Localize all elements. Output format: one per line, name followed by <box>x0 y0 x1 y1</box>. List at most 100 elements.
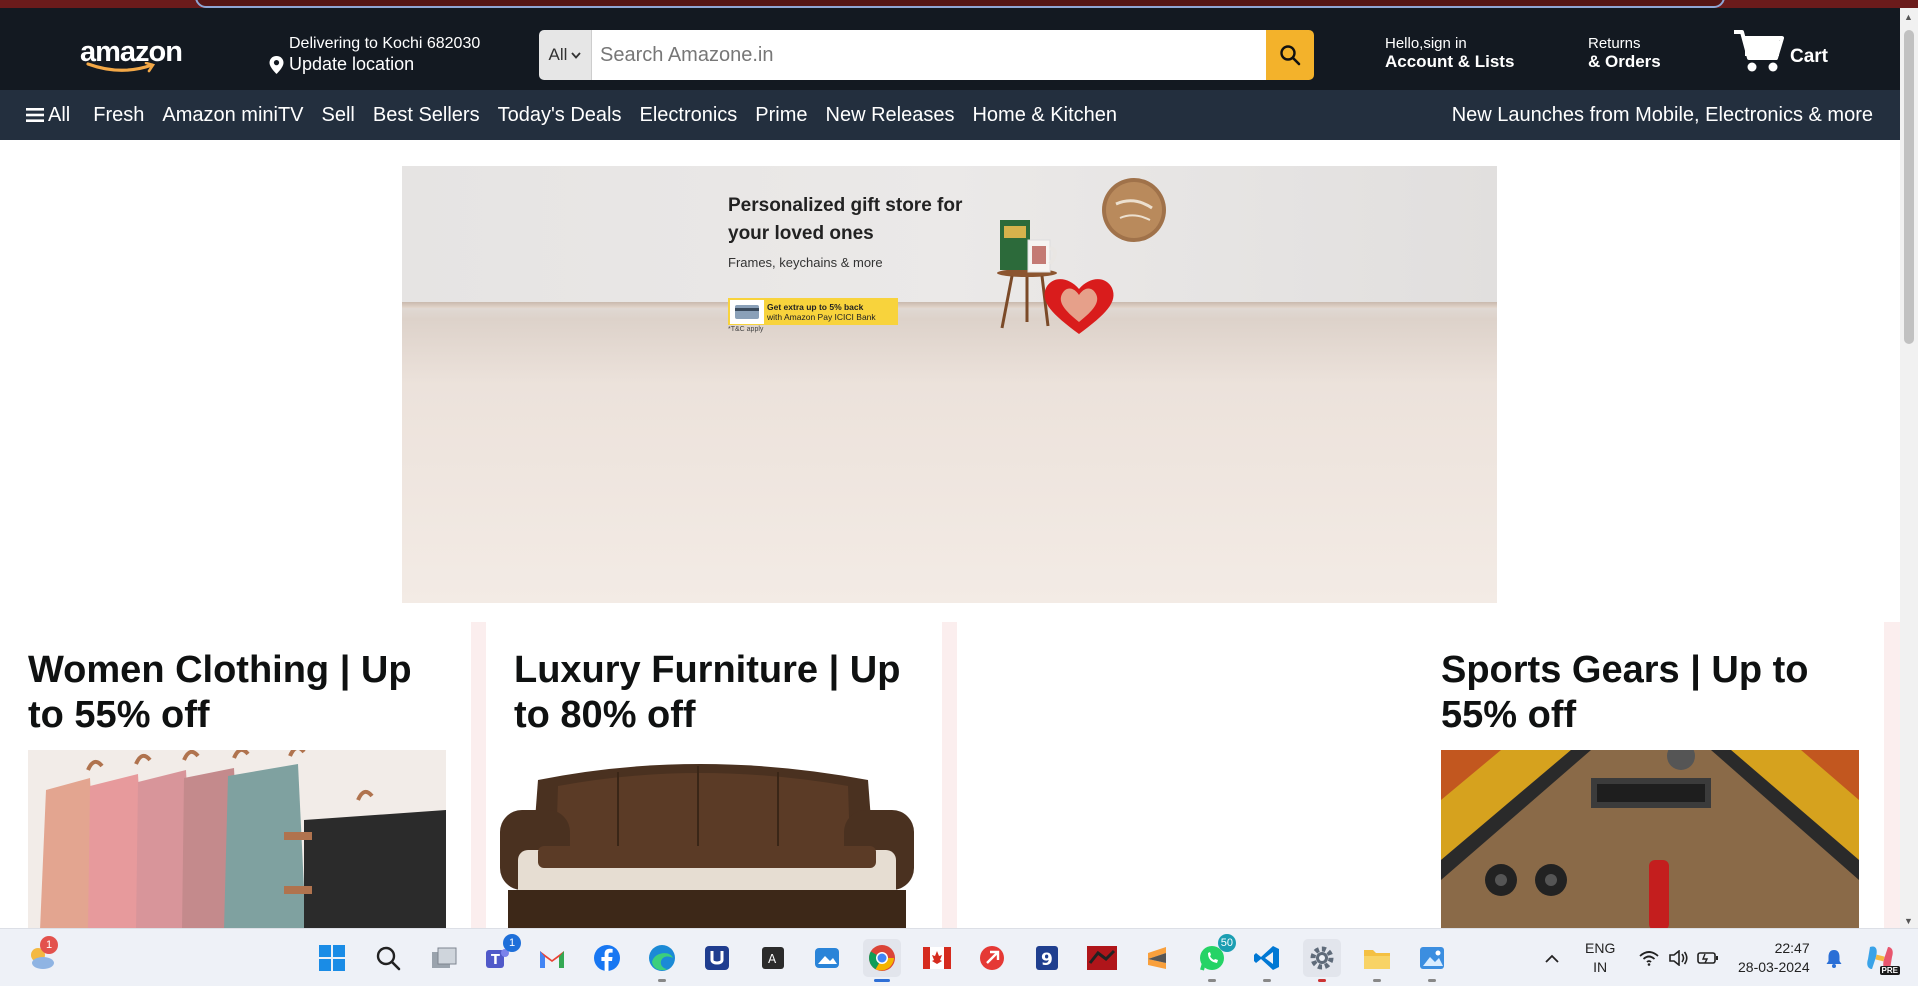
copilot-pre-badge: PRE <box>1879 966 1900 975</box>
nav-item-home-kitchen[interactable]: Home & Kitchen <box>972 104 1117 127</box>
red-app-icon[interactable] <box>973 939 1011 977</box>
credit-card-icon <box>730 299 764 324</box>
nav-item-best-sellers[interactable]: Best Sellers <box>373 104 480 127</box>
cart-icon <box>1734 30 1784 72</box>
search-input[interactable] <box>592 30 1266 80</box>
file-explorer-icon[interactable] <box>1358 939 1396 982</box>
address-bar-edge[interactable] <box>195 0 1725 8</box>
svg-text:T: T <box>491 953 500 968</box>
number-nine-app-icon[interactable]: 9 <box>1028 939 1066 977</box>
volume-icon[interactable] <box>1664 939 1694 977</box>
canada-flag-app-icon[interactable] <box>918 939 956 977</box>
nav-item-minitv[interactable]: Amazon miniTV <box>162 104 303 127</box>
search-category-select[interactable]: All <box>539 30 592 80</box>
svg-text:9: 9 <box>1041 950 1053 970</box>
search-icon <box>1280 45 1301 66</box>
card-women-clothing[interactable]: Women Clothing | Up to 55% off <box>0 622 471 930</box>
hero-subtitle: Frames, keychains & more <box>728 255 883 270</box>
wifi-icon[interactable] <box>1634 939 1664 977</box>
scroll-up-arrow-icon[interactable]: ▲ <box>1904 12 1913 22</box>
chevron-down-icon <box>571 51 582 59</box>
windows-taskbar: 1 T 1 A 9 50 ENG IN 22:47 28-03-2024 PRE <box>0 928 1918 986</box>
dictionary-app-icon[interactable] <box>698 939 736 977</box>
teams-icon[interactable]: T 1 <box>478 934 521 977</box>
input-language-indicator[interactable]: ENG IN <box>1585 939 1615 977</box>
search-category-value: All <box>548 45 568 64</box>
card-title: Luxury Furniture | Up to 80% off <box>514 649 901 736</box>
facebook-icon[interactable] <box>588 939 626 977</box>
search-icon[interactable] <box>369 939 407 977</box>
nav-item-sell[interactable]: Sell <box>322 104 355 127</box>
search-button[interactable] <box>1266 30 1314 80</box>
font-app-icon[interactable]: A <box>754 939 792 977</box>
offer-line-1: Get extra up to 5% back <box>767 301 864 312</box>
settings-gear-icon[interactable] <box>1303 939 1341 982</box>
returns-orders-link[interactable]: Returns & Orders <box>1588 35 1661 72</box>
nav-item-todays-deals[interactable]: Today's Deals <box>498 104 622 127</box>
cart-label: Cart <box>1790 46 1829 67</box>
offer-line-2: with Amazon Pay ICICI Bank <box>767 311 876 322</box>
task-view-icon[interactable] <box>425 939 463 977</box>
clock-time: 22:47 <box>1774 940 1810 956</box>
update-location-label: Update location <box>289 54 415 74</box>
page-scrollbar[interactable]: ▲ ▼ <box>1900 8 1918 928</box>
whatsapp-icon[interactable]: 50 <box>1193 934 1236 982</box>
nav-item-new-releases[interactable]: New Releases <box>826 104 955 127</box>
scroll-down-arrow-icon[interactable]: ▼ <box>1904 916 1913 926</box>
chrome-browser-icon[interactable] <box>863 939 901 982</box>
running-indicator <box>1318 979 1326 982</box>
search-bar: All <box>539 30 1314 80</box>
nav-item-prime[interactable]: Prime <box>755 104 807 127</box>
card-image-clothing[interactable] <box>28 750 446 930</box>
copilot-icon[interactable]: PRE <box>1860 939 1900 977</box>
scrollbar-thumb[interactable] <box>1904 30 1914 344</box>
hero-banner[interactable]: Personalized gift store for your loved o… <box>402 166 1497 603</box>
gift-products-illustration <box>997 178 1166 334</box>
card-sports-gears[interactable]: Sports Gears | Up to 55% off <box>1413 622 1884 930</box>
delivery-location[interactable]: Delivering to Kochi 682030 Update locati… <box>268 35 480 75</box>
returns-label: Returns <box>1588 35 1641 52</box>
sign-in-greeting: Hello,sign in <box>1385 35 1467 52</box>
browser-chrome-strip <box>0 0 1918 8</box>
active-indicator <box>874 979 890 982</box>
card-title: Women Clothing | Up to 55% off <box>28 649 412 736</box>
start-menu-icon[interactable] <box>313 939 351 977</box>
hamburger-menu-icon <box>26 108 44 122</box>
hero-floor-line <box>402 302 1497 308</box>
running-indicator <box>1208 979 1216 982</box>
cart-button[interactable]: Cart <box>1732 28 1828 74</box>
account-lists-label: Account & Lists <box>1385 52 1515 71</box>
nav-promo-link[interactable]: New Launches from Mobile, Electronics & … <box>1452 104 1873 127</box>
orders-label: & Orders <box>1588 52 1661 71</box>
game-app-icon[interactable] <box>1083 939 1121 977</box>
photos-app-icon[interactable] <box>808 939 846 977</box>
nav-item-fresh[interactable]: Fresh <box>93 104 144 127</box>
running-indicator <box>1428 979 1436 982</box>
card-title: Sports Gears | Up to 55% off <box>1441 649 1809 736</box>
nav-item-electronics[interactable]: Electronics <box>639 104 737 127</box>
chevron-up-icon[interactable] <box>1534 939 1570 977</box>
card-empty-placeholder <box>957 622 1413 930</box>
deliver-to-label: Delivering to Kochi 682030 <box>289 35 481 52</box>
all-menu-button[interactable]: All <box>26 104 70 127</box>
running-indicator <box>658 979 666 982</box>
running-indicator <box>1263 979 1271 982</box>
image-viewer-icon[interactable] <box>1413 939 1451 982</box>
vscode-icon[interactable] <box>1248 939 1286 982</box>
sublime-text-icon[interactable] <box>1138 939 1176 977</box>
gmail-icon[interactable] <box>533 939 571 977</box>
notification-bell-icon[interactable] <box>1818 939 1850 977</box>
battery-icon[interactable] <box>1693 939 1723 977</box>
card-image-gym[interactable] <box>1441 750 1859 930</box>
hero-title: Personalized gift store for your loved o… <box>728 195 963 244</box>
all-menu-label: All <box>48 103 71 126</box>
header: amazon Delivering to Kochi 682030 Update… <box>0 8 1900 90</box>
amazon-logo[interactable]: amazon <box>80 36 192 73</box>
clock-date: 28-03-2024 <box>1738 959 1810 975</box>
card-image-sofa[interactable] <box>498 750 916 930</box>
edge-browser-icon[interactable] <box>643 939 681 982</box>
weather-widget-icon[interactable]: 1 <box>22 936 60 977</box>
system-clock[interactable]: 22:47 28-03-2024 <box>1738 939 1810 977</box>
card-luxury-furniture[interactable]: Luxury Furniture | Up to 80% off <box>486 622 942 930</box>
account-lists-menu[interactable]: Hello,sign in Account & Lists <box>1385 35 1514 72</box>
